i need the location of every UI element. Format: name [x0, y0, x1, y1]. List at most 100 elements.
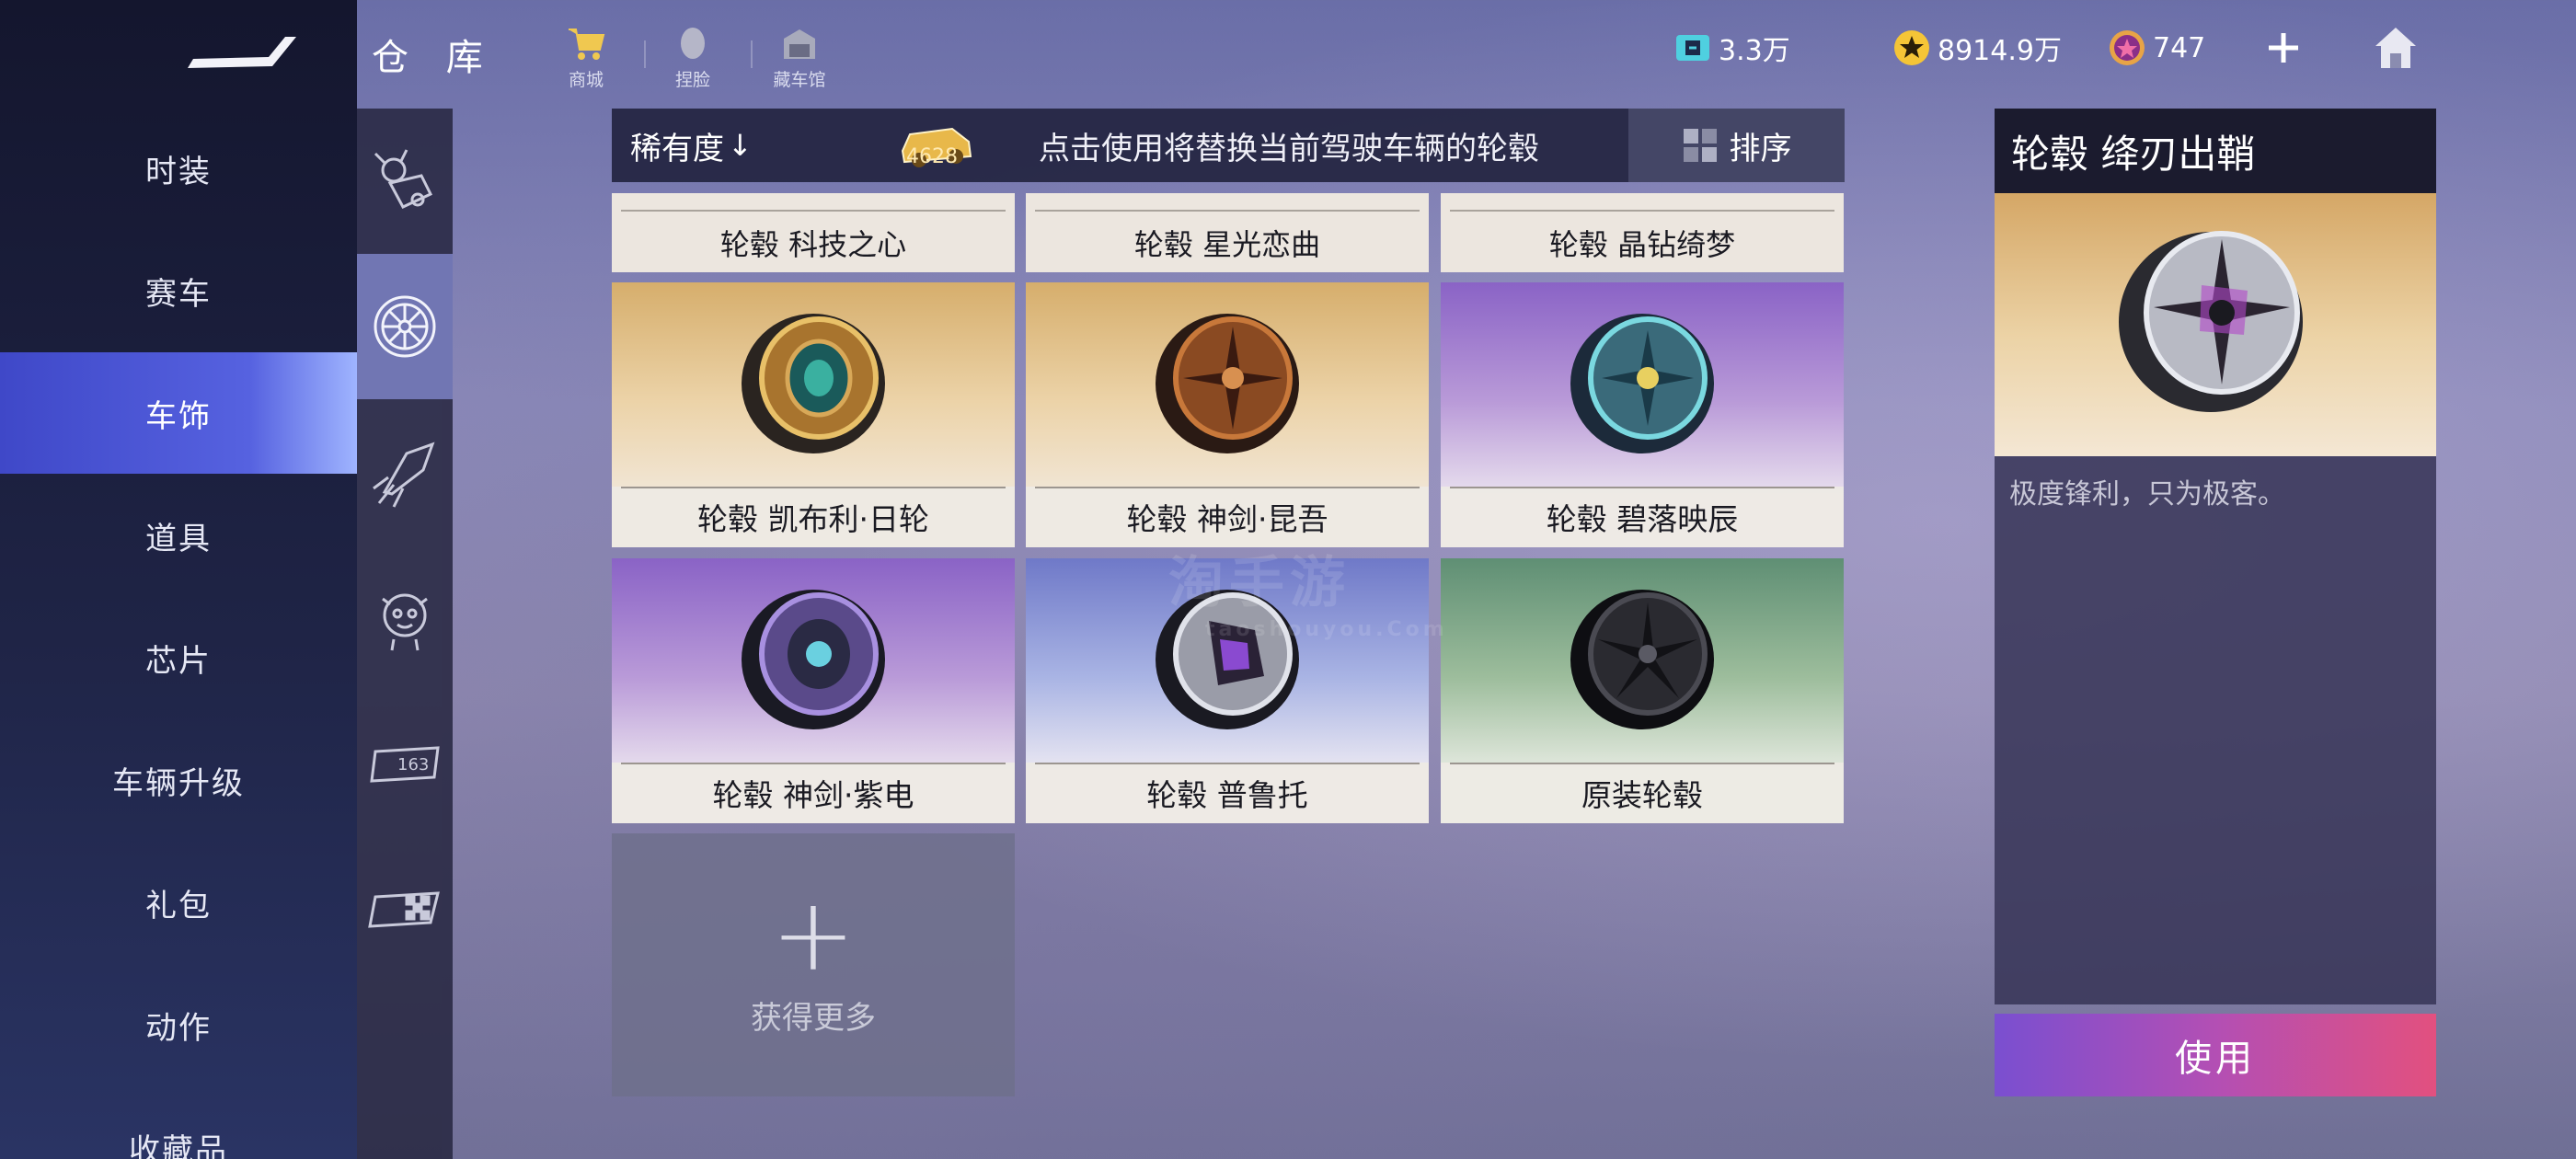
currency-star-coin: 8914.9万	[1892, 28, 2062, 68]
nav-label: 动作	[145, 1009, 212, 1047]
use-button[interactable]: 使用	[1995, 1014, 2436, 1096]
item-name: 轮毂 普鲁托	[1026, 763, 1429, 823]
face-editor-link[interactable]: 捏脸	[651, 24, 734, 91]
coupon-icon	[1676, 35, 1709, 61]
list-item[interactable]: 轮毂 晶钻绮梦	[1441, 193, 1844, 272]
wheel-stock-icon	[1570, 590, 1714, 729]
category-booster[interactable]	[357, 399, 453, 545]
wheel-icon	[374, 295, 436, 358]
item-card[interactable]: 原装轮毂	[1441, 558, 1844, 823]
nav-item-collectibles[interactable]: 收藏品	[0, 1086, 357, 1159]
item-name: 轮毂 凯布利·日轮	[612, 487, 1015, 547]
sort-down-icon: ↓	[728, 128, 753, 163]
face-icon	[681, 28, 705, 59]
wheel-sword-kunwu-icon	[1156, 314, 1299, 453]
face-label: 捏脸	[674, 70, 710, 90]
category-wheel[interactable]	[357, 254, 453, 399]
category-mascot[interactable]	[357, 545, 453, 690]
shop-link[interactable]: 商城	[545, 24, 627, 91]
get-more-button[interactable]: + 获得更多	[612, 833, 1015, 1096]
divider	[644, 40, 646, 68]
divider	[751, 40, 753, 68]
category-flag[interactable]	[357, 835, 453, 981]
detail-title: 轮毂 绛刃出鞘	[1995, 109, 2436, 193]
wheel-sword-zidian-icon	[742, 590, 885, 729]
car-badge-value: 4628	[906, 145, 958, 168]
nav-label: 收藏品	[129, 1131, 228, 1159]
flag-icon	[368, 891, 440, 928]
item-card[interactable]: 轮毂 碧落映辰	[1441, 282, 1844, 547]
watermark-sub: taoshouyou.Com	[1205, 618, 1448, 641]
diamond-coin-value: 747	[2153, 31, 2206, 64]
wheel-sun-icon	[742, 314, 885, 453]
star-coin-value: 8914.9万	[1938, 35, 2062, 67]
page-title: 仓 库	[372, 37, 496, 79]
detail-preview	[1995, 193, 2436, 456]
nav-item-upgrade[interactable]: 车辆升级	[0, 719, 357, 841]
coupon-value: 3.3万	[1719, 35, 1790, 67]
item-name: 原装轮毂	[1441, 763, 1844, 823]
add-currency-button[interactable]	[2256, 20, 2311, 75]
item-name: 轮毂 碧落映辰	[1441, 487, 1844, 547]
garage-icon	[784, 29, 815, 59]
nav-item-car-accessories[interactable]: 车饰	[0, 352, 357, 474]
item-name: 轮毂 科技之心	[719, 227, 907, 262]
nav-item-chips[interactable]: 芯片	[0, 597, 357, 718]
item-card[interactable]: 轮毂 神剑·紫电	[612, 558, 1015, 823]
sort-button[interactable]: 排序	[1628, 109, 1845, 182]
item-name: 轮毂 星光恋曲	[1133, 227, 1321, 262]
nav-item-items[interactable]: 道具	[0, 475, 357, 596]
category-pet[interactable]	[357, 109, 453, 254]
item-name: 轮毂 晶钻绮梦	[1548, 227, 1736, 262]
home-icon	[2375, 28, 2416, 68]
watermark: 淘手游 taoshouyou.Com	[1168, 538, 1448, 641]
detail-description: 极度锋利，只为极客。	[2009, 478, 2285, 511]
mascot-icon	[382, 593, 428, 651]
nav-label: 车辆升级	[112, 764, 245, 802]
nav-label: 礼包	[145, 887, 212, 924]
watermark-main: 淘手游	[1168, 551, 1351, 615]
item-card[interactable]: 轮毂 神剑·昆吾	[1026, 282, 1429, 547]
garage-label: 藏车馆	[773, 70, 826, 90]
plus-icon	[2269, 33, 2298, 63]
wheel-bilou-icon	[1570, 314, 1714, 453]
nav-label: 芯片	[145, 642, 212, 680]
svg-text:163: 163	[397, 755, 429, 775]
category-license-plate[interactable]: 163	[357, 690, 453, 835]
nav-label: 时装	[145, 153, 212, 190]
license-plate-icon: 163	[370, 746, 440, 783]
nav-label: 道具	[145, 520, 212, 557]
nav-label: 赛车	[145, 275, 212, 313]
category-column: 163	[357, 109, 453, 1159]
nav-item-gift-packs[interactable]: 礼包	[0, 842, 357, 963]
list-item[interactable]: 轮毂 星光恋曲	[1026, 193, 1429, 272]
wheel-jiangren-icon	[2119, 231, 2303, 412]
shop-label: 商城	[568, 70, 604, 90]
hint-text: 点击使用将替换当前驾驶车辆的轮毂	[1039, 130, 1539, 167]
currency-diamond-coin: 747	[2107, 28, 2205, 68]
get-more-label: 获得更多	[751, 999, 876, 1037]
shop-cart-icon	[569, 29, 605, 60]
pet-icon	[374, 149, 433, 209]
rarity-sort-button[interactable]: 稀有度 ↓	[630, 123, 897, 168]
booster-icon	[373, 442, 435, 508]
nav-item-cars[interactable]: 赛车	[0, 230, 357, 351]
diamond-coin-icon	[2110, 30, 2145, 65]
grid-sort-icon	[1683, 129, 1717, 162]
nav-item-actions[interactable]: 动作	[0, 964, 357, 1085]
item-name: 轮毂 神剑·紫电	[612, 763, 1015, 823]
list-item[interactable]: 轮毂 科技之心	[612, 193, 1015, 272]
car-badge: 4628	[897, 114, 976, 177]
detail-panel: 轮毂 绛刃出鞘 极度锋利，只为极客。	[1995, 109, 2436, 1004]
rarity-label: 稀有度	[630, 130, 724, 167]
main-nav: 时装 赛车 车饰 道具 芯片 车辆升级 礼包 动作 收藏品	[0, 0, 357, 1159]
nav-label: 车饰	[145, 397, 212, 435]
logo-icon	[188, 37, 296, 68]
sort-label: 排序	[1729, 130, 1792, 167]
plus-icon: +	[770, 875, 857, 993]
star-coin-icon	[1894, 30, 1929, 65]
item-card[interactable]: 轮毂 凯布利·日轮	[612, 282, 1015, 547]
nav-item-fashion[interactable]: 时装	[0, 108, 357, 229]
home-button[interactable]	[2368, 20, 2423, 75]
garage-link[interactable]: 藏车馆	[758, 24, 841, 91]
